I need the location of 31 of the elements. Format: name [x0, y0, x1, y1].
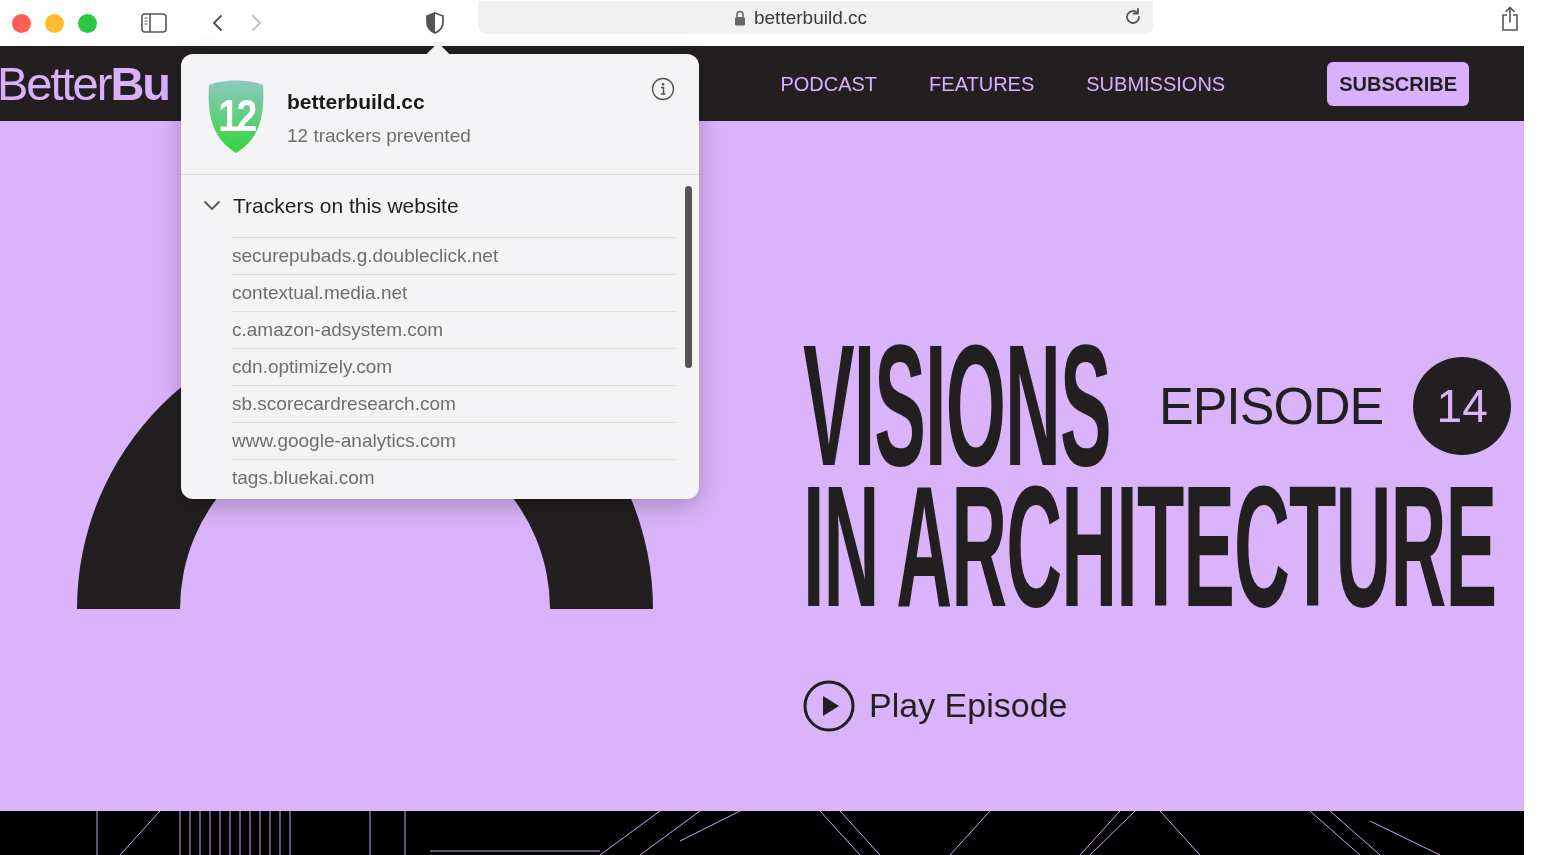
scrollbar[interactable] — [685, 186, 692, 368]
tracker-domain: www.google-analytics.com — [232, 428, 456, 453]
tracker-summary: 12 trackers prevented — [287, 123, 471, 148]
nav-link[interactable]: SUBMISSIONS — [1086, 68, 1226, 99]
subscribe-button[interactable]: SUBSCRIBE — [1327, 61, 1469, 106]
reload-icon[interactable] — [1123, 7, 1143, 27]
nav-link[interactable]: PODCAST — [780, 68, 878, 99]
lock-icon — [734, 10, 746, 26]
url-text: betterbuild.cc — [754, 5, 867, 30]
hero-title: VISIONS — [803, 337, 1111, 475]
play-icon — [803, 679, 855, 732]
tracker-domain: securepubads.g.doubleclick.net — [232, 243, 499, 268]
play-episode-button[interactable]: Play Episode — [803, 679, 1523, 732]
tracker-domain: c.amazon-adsystem.com — [232, 317, 444, 342]
site-logo[interactable]: BetterBu — [0, 60, 170, 107]
tracker-domain: sb.scorecardresearch.com — [232, 391, 456, 416]
address-bar[interactable]: betterbuild.cc — [478, 0, 1153, 34]
tracker-domain: tags.bluekai.com — [232, 465, 375, 490]
hero-title: IN ARCHITECTURE — [803, 478, 1497, 616]
nav-link[interactable]: FEATURES — [929, 68, 1035, 99]
info-icon[interactable] — [651, 77, 675, 101]
tracker-domain: contextual.media.net — [232, 280, 408, 305]
sidebar-icon[interactable] — [141, 13, 167, 33]
trackers-section-toggle[interactable]: Trackers on this website — [203, 175, 459, 237]
share-icon[interactable] — [1500, 6, 1520, 32]
episode-label: EPISODE — [1159, 376, 1384, 437]
episode-number-badge: 14 — [1413, 357, 1512, 455]
site-name: betterbuild.cc — [287, 89, 426, 115]
close-window-button[interactable] — [12, 13, 31, 33]
tracker-domain: cdn.optimizely.com — [232, 354, 393, 379]
privacy-shield-icon[interactable] — [425, 12, 445, 34]
